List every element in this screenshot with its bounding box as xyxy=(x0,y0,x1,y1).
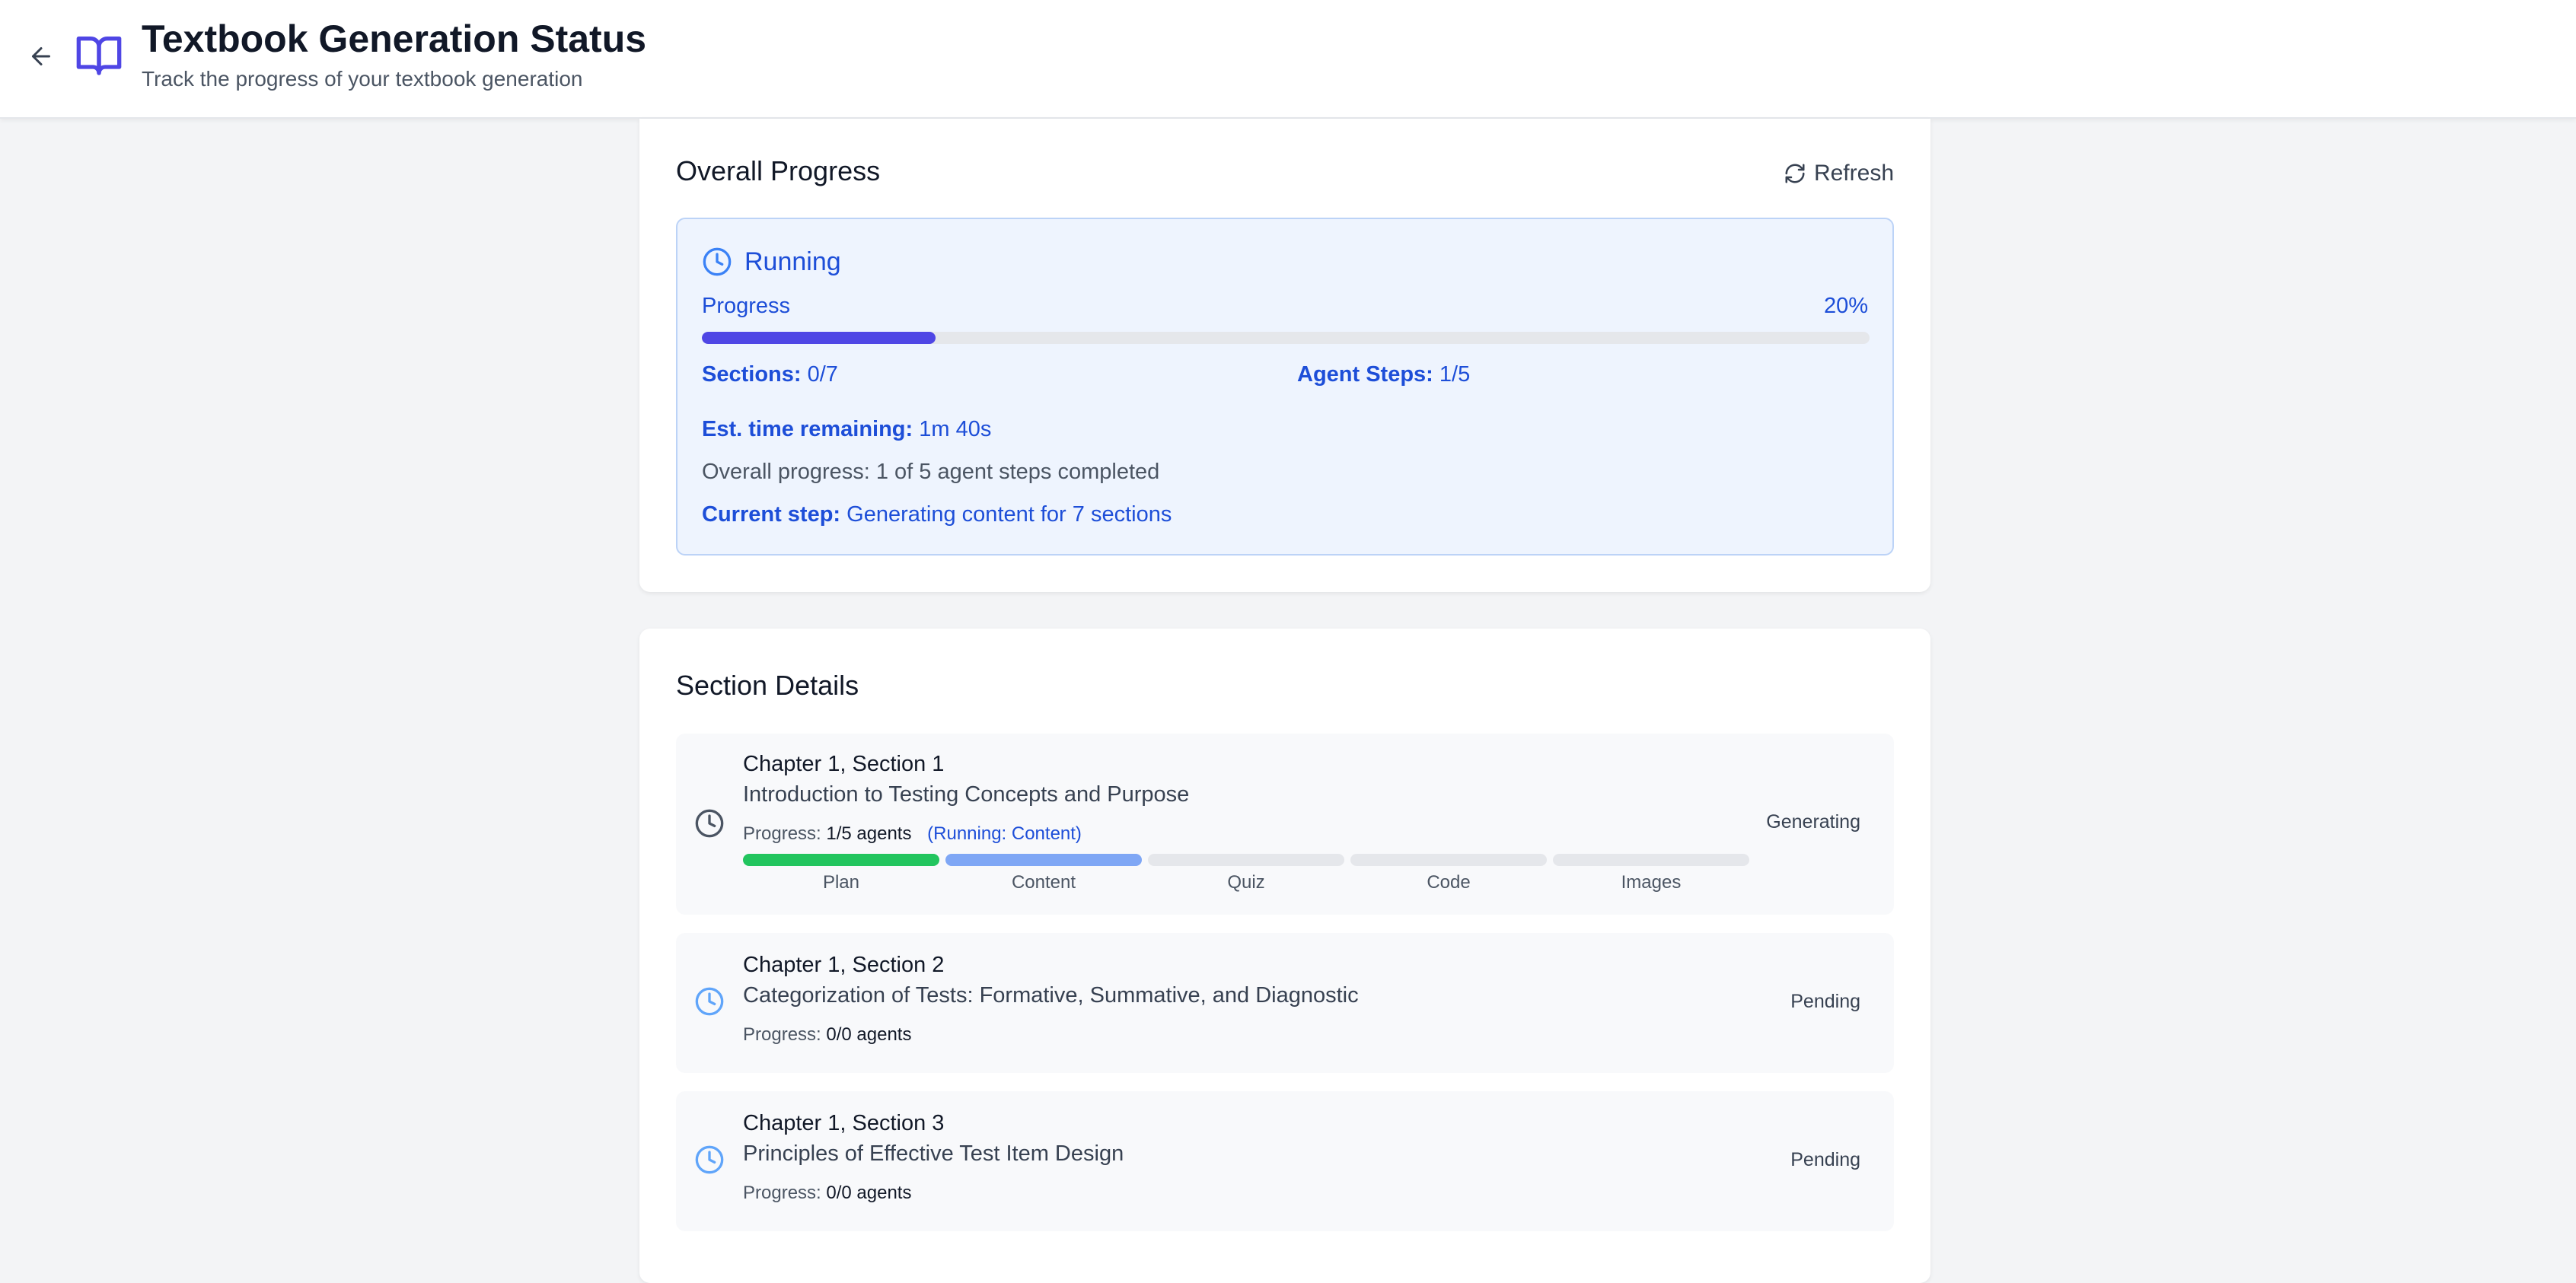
section-title: Chapter 1, Section 2 xyxy=(743,953,945,977)
overall-progress-card: Overall Progress Refresh Running Progres… xyxy=(639,119,1930,592)
status-badge: Pending xyxy=(1790,991,1860,1012)
overall-progress-text: Overall progress: 1 of 5 agent steps com… xyxy=(702,460,1160,484)
refresh-icon xyxy=(1785,164,1805,183)
agent-step-label: Quiz xyxy=(1227,872,1265,893)
est-time-value: 1m 40s xyxy=(919,417,992,441)
status-badge: Generating xyxy=(1766,811,1860,833)
section-progress-label: Progress: xyxy=(743,1024,821,1045)
section-progress: Progress: 0/0 agents xyxy=(743,1183,911,1204)
agent-steps-count: Agent Steps: 1/5 xyxy=(1297,362,1470,387)
agent-step-label: Content xyxy=(1011,872,1076,893)
section-details-title: Section Details xyxy=(676,670,859,701)
agent-step-bar xyxy=(945,854,1142,866)
section-title: Chapter 1, Section 1 xyxy=(743,752,945,776)
book-open-icon xyxy=(76,37,122,75)
section-subtitle: Categorization of Tests: Formative, Summ… xyxy=(743,983,1359,1008)
current-step-value: Generating content for 7 sections xyxy=(846,502,1172,527)
agent-step-label: Images xyxy=(1621,872,1682,893)
progress-bar xyxy=(702,332,1870,344)
section-subtitle: Principles of Effective Test Item Design xyxy=(743,1141,1124,1166)
page-header: Textbook Generation Status Track the pro… xyxy=(0,0,2576,119)
agent-step-plan: Plan xyxy=(743,854,939,893)
refresh-label: Refresh xyxy=(1813,161,1894,186)
clock-icon xyxy=(695,1145,724,1174)
agent-step-bar xyxy=(1350,854,1547,866)
current-step-label: Current step: xyxy=(702,502,841,527)
section-progress-label: Progress: xyxy=(743,1183,821,1203)
overall-progress-title: Overall Progress xyxy=(676,155,881,186)
running-status-panel: Running Progress 20% Sections: 0/7 Agent… xyxy=(676,218,1894,556)
section-details-card: Section Details Chapter 1, Section 1 Int… xyxy=(639,629,1930,1283)
section-subtitle: Introduction to Testing Concepts and Pur… xyxy=(743,782,1190,807)
agent-steps-label: Agent Steps: xyxy=(1297,362,1433,387)
section-progress: Progress: 0/0 agents xyxy=(743,1024,911,1046)
clock-icon xyxy=(695,987,724,1016)
section-running-text: (Running: Content) xyxy=(927,823,1082,844)
section-progress-value: 0/0 agents xyxy=(826,1183,912,1203)
back-button[interactable] xyxy=(23,38,59,75)
arrow-left-icon xyxy=(32,47,50,65)
sections-count: Sections: 0/7 xyxy=(702,362,838,387)
page-title: Textbook Generation Status xyxy=(142,18,647,60)
current-step: Current step: Generating content for 7 s… xyxy=(702,502,1172,527)
agent-step-content: Content xyxy=(945,854,1142,893)
section-progress-label: Progress: xyxy=(743,823,821,844)
agent-steps-value: 1/5 xyxy=(1439,362,1471,387)
agent-step-bar xyxy=(1553,854,1749,866)
agent-step-label: Plan xyxy=(822,872,860,893)
section-title: Chapter 1, Section 3 xyxy=(743,1111,945,1135)
page-subtitle: Track the progress of your textbook gene… xyxy=(142,67,583,91)
sections-count-value: 0/7 xyxy=(807,362,838,387)
agent-step-images: Images xyxy=(1553,854,1749,893)
section-row[interactable]: Chapter 1, Section 3 Principles of Effec… xyxy=(676,1091,1894,1231)
progress-label: Progress xyxy=(702,294,791,318)
refresh-button[interactable]: Refresh xyxy=(1784,157,1894,190)
agent-step-code: Code xyxy=(1350,854,1547,893)
clock-icon xyxy=(703,247,732,276)
running-status-header: Running xyxy=(702,247,841,277)
progress-percent: 20% xyxy=(1823,294,1868,318)
sections-count-label: Sections: xyxy=(702,362,802,387)
agent-step-label: Code xyxy=(1427,872,1471,893)
est-time-remaining: Est. time remaining: 1m 40s xyxy=(702,417,991,442)
status-badge: Pending xyxy=(1790,1149,1860,1170)
section-progress-value: 0/0 agents xyxy=(826,1024,912,1045)
section-row[interactable]: Chapter 1, Section 2 Categorization of T… xyxy=(676,933,1894,1073)
section-progress-value: 1/5 agents xyxy=(826,823,912,844)
agent-step-bar xyxy=(1148,854,1344,866)
section-row[interactable]: Chapter 1, Section 1 Introduction to Tes… xyxy=(676,734,1894,915)
clock-icon xyxy=(695,809,724,838)
status-label: Running xyxy=(744,247,841,276)
agent-step-bar xyxy=(743,854,939,866)
agent-step-quiz: Quiz xyxy=(1148,854,1344,893)
est-time-label: Est. time remaining: xyxy=(702,417,913,441)
agent-steps-bar: Plan Content Quiz Code Images xyxy=(743,854,1749,893)
section-progress: Progress: 1/5 agents (Running: Content) xyxy=(743,823,1082,845)
progress-bar-fill xyxy=(702,332,936,344)
